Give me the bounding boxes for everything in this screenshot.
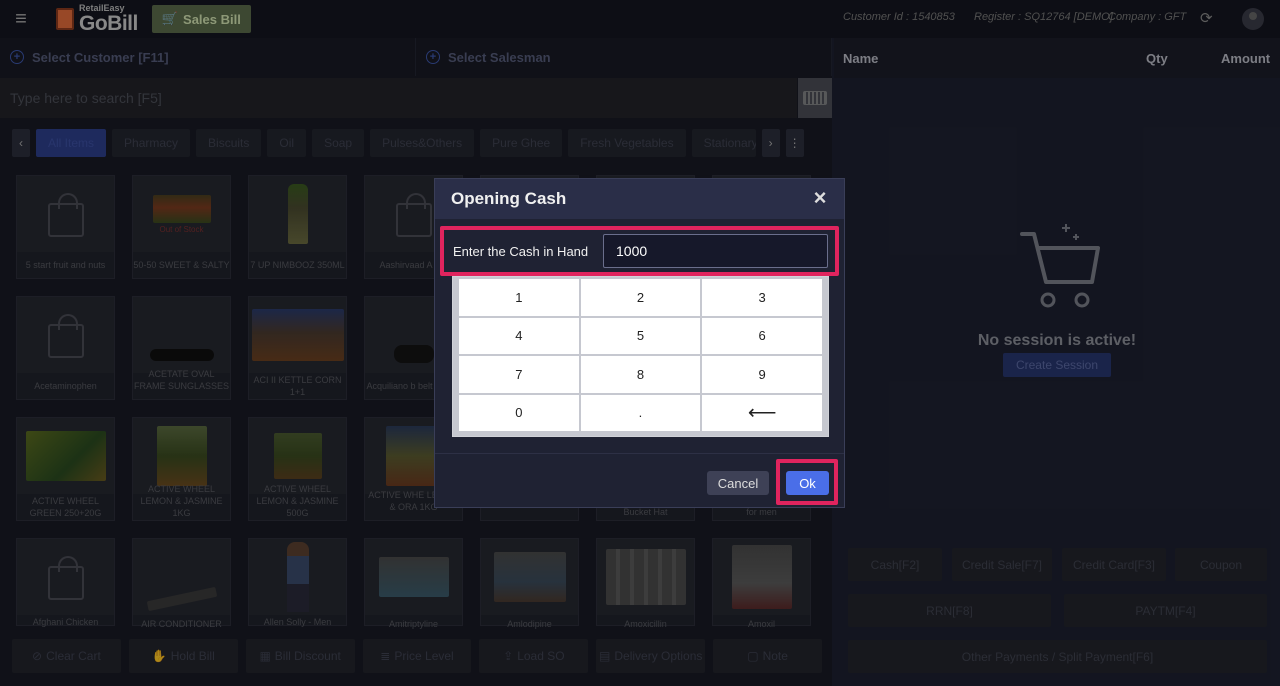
key-3[interactable]: 3	[702, 279, 822, 316]
cancel-button[interactable]: Cancel	[707, 471, 769, 495]
cash-in-hand-label: Enter the Cash in Hand	[453, 243, 589, 259]
cash-in-hand-row: Enter the Cash in Hand	[440, 226, 839, 276]
dialog-header: Opening Cash ×	[435, 179, 844, 219]
key-6[interactable]: 6	[702, 317, 822, 354]
key-decimal[interactable]: .	[580, 394, 701, 431]
key-8[interactable]: 8	[580, 356, 701, 393]
key-2[interactable]: 2	[580, 279, 701, 316]
key-5[interactable]: 5	[580, 317, 701, 354]
backspace-icon: ⟵	[747, 402, 777, 425]
ok-highlight: Ok	[776, 459, 838, 505]
key-9[interactable]: 9	[702, 356, 822, 393]
opening-cash-dialog: Opening Cash × Enter the Cash in Hand 1 …	[434, 178, 845, 508]
key-0[interactable]: 0	[459, 394, 579, 431]
key-1[interactable]: 1	[459, 279, 579, 316]
ok-button[interactable]: Ok	[786, 471, 829, 495]
key-7[interactable]: 7	[459, 356, 579, 393]
close-icon[interactable]: ×	[810, 187, 830, 209]
key-4[interactable]: 4	[459, 317, 579, 354]
dialog-title: Opening Cash	[451, 189, 567, 208]
cash-in-hand-input[interactable]	[603, 234, 828, 268]
dialog-divider	[435, 453, 844, 454]
numeric-keypad: 1 2 3 4 5 6 7 8 9 0 . ⟵	[452, 276, 829, 437]
backspace-key[interactable]: ⟵	[702, 394, 822, 431]
